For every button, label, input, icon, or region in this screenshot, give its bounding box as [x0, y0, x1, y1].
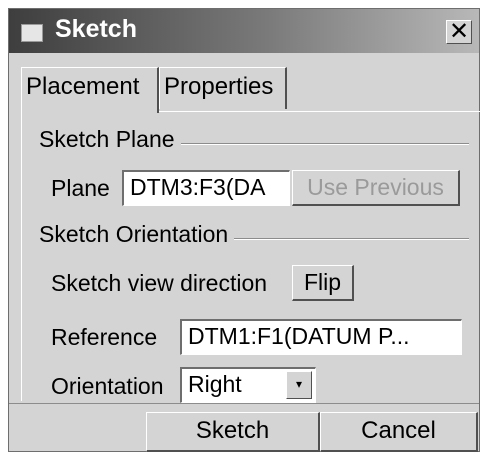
plane-field[interactable]: DTM3:F3(DA: [122, 170, 290, 206]
chevron-down-icon[interactable]: ▾: [286, 371, 312, 399]
plane-label: Plane: [51, 175, 110, 201]
window-icon: [21, 24, 43, 42]
orientation-label: Orientation: [51, 373, 164, 399]
sketch-orientation-heading: Sketch Orientation: [39, 221, 235, 248]
window-title: Sketch: [55, 15, 137, 43]
close-icon[interactable]: ✕: [446, 20, 472, 44]
reference-label: Reference: [51, 324, 158, 350]
title-bar[interactable]: Sketch ✕: [9, 9, 479, 53]
sketch-button[interactable]: Sketch: [146, 412, 320, 452]
tab-properties[interactable]: Properties: [159, 67, 287, 109]
tab-placement[interactable]: Placement: [21, 67, 159, 113]
use-previous-button[interactable]: Use Previous: [292, 170, 460, 206]
placement-panel: [21, 111, 483, 401]
view-direction-label: Sketch view direction: [51, 270, 268, 296]
sketch-dialog: Sketch ✕ Placement Properties Sketch Pla…: [8, 8, 483, 452]
flip-button[interactable]: Flip: [292, 265, 354, 301]
reference-field[interactable]: DTM1:F1(DATUM P...: [180, 319, 462, 355]
sketch-plane-heading: Sketch Plane: [39, 126, 181, 153]
cancel-button[interactable]: Cancel: [320, 412, 478, 452]
